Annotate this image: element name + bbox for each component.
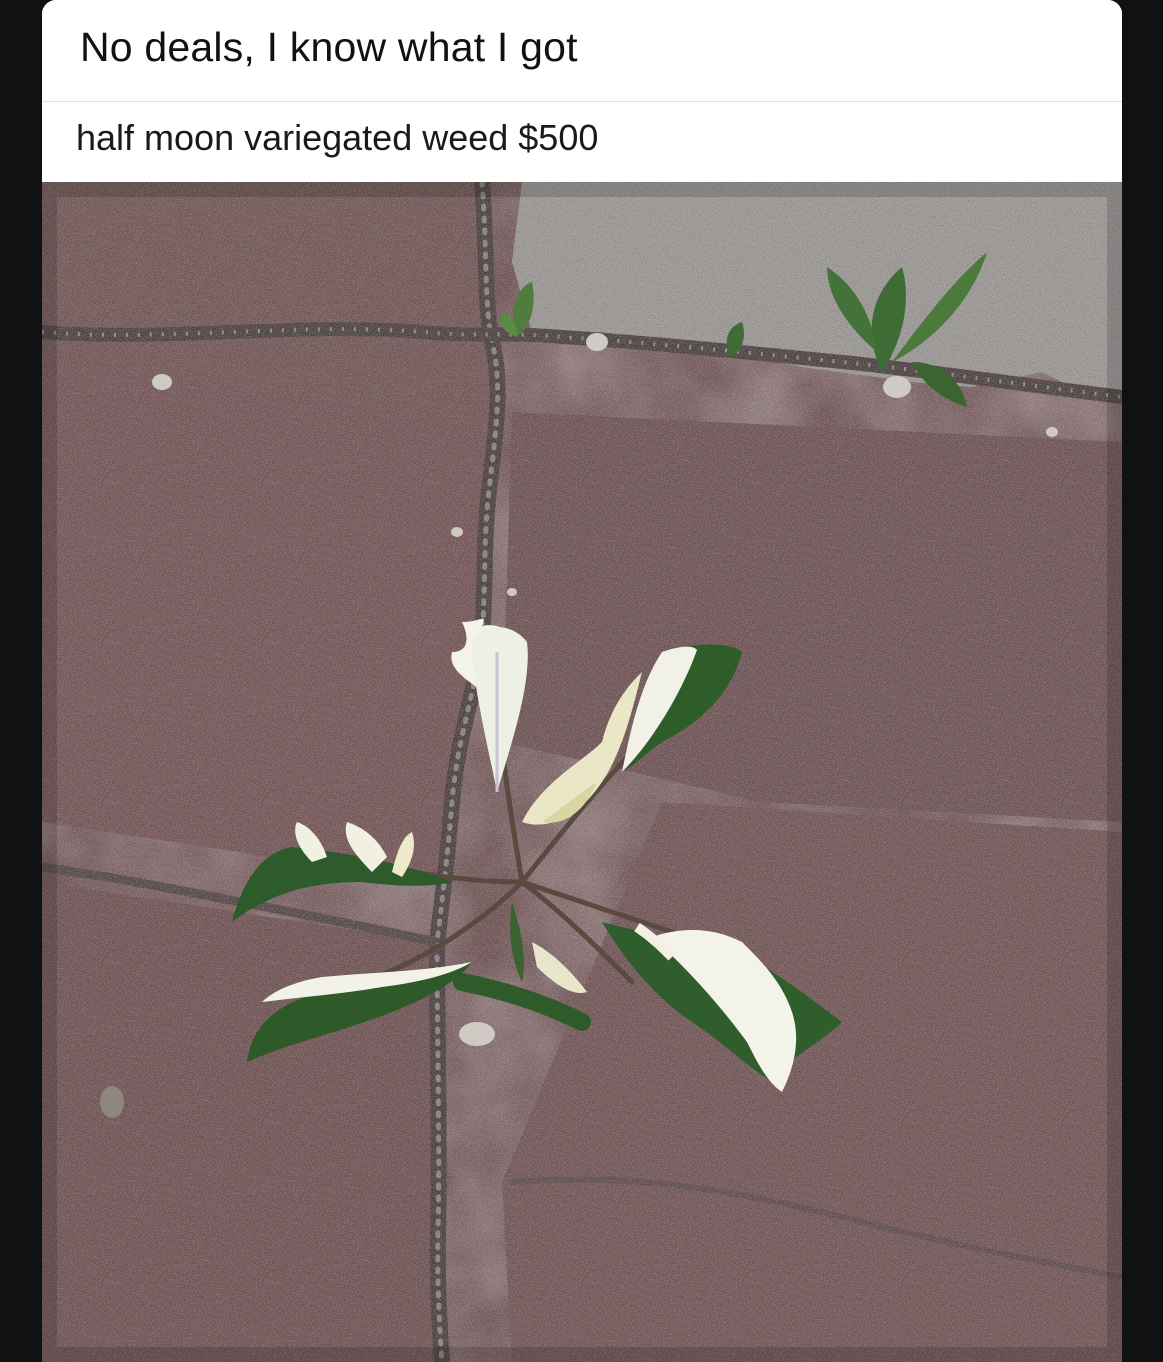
listing-caption: half moon variegated weed $500 (76, 117, 599, 158)
post-header: No deals, I know what I got (42, 0, 1122, 101)
post-photo[interactable] (42, 182, 1122, 1362)
post-title: No deals, I know what I got (80, 24, 578, 70)
caption-row: half moon variegated weed $500 (42, 102, 1122, 182)
post-card: No deals, I know what I got half moon va… (42, 0, 1122, 1362)
